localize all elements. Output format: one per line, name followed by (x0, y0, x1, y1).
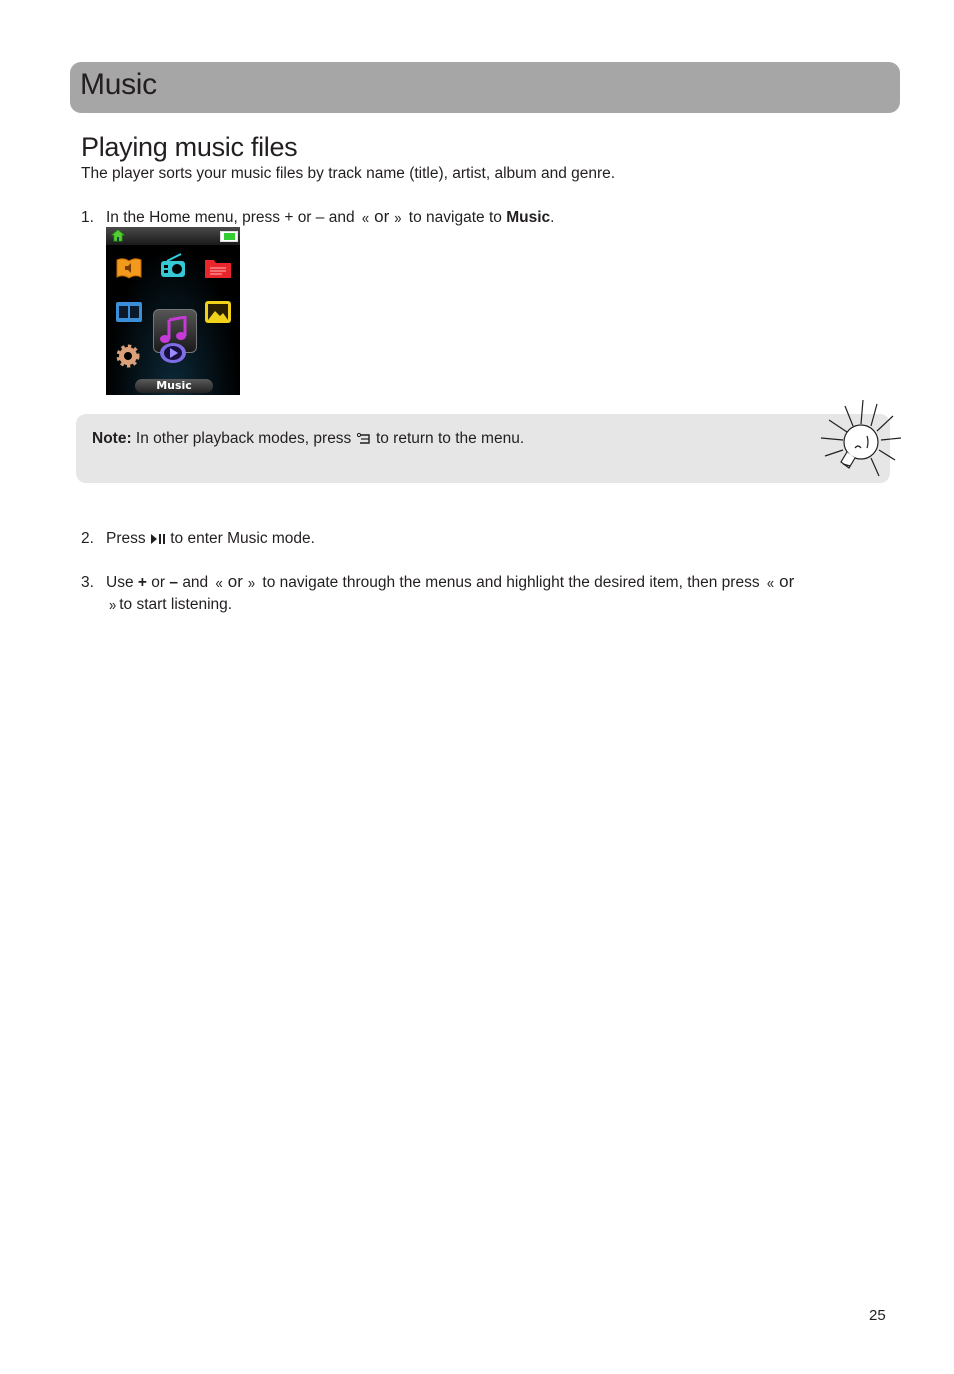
chapter-header-bar: Music (70, 62, 900, 113)
step-2: 2. Press to enter Music mode. (81, 528, 315, 550)
chevron-left-icon: « (766, 573, 775, 592)
step-3: 3. Use + or – and «or» to navigate throug… (81, 571, 901, 616)
audiobook-icon (114, 253, 144, 283)
video-icon (114, 297, 144, 327)
and-text: and (182, 574, 209, 591)
chevron-right-icon: » (109, 595, 117, 614)
battery-icon (220, 231, 238, 242)
home-icon (111, 229, 125, 242)
folder-icon (203, 253, 233, 283)
page-number: 25 (869, 1307, 886, 1324)
note-text: Note: In other playback modes, press to … (92, 430, 524, 448)
minus-key: – (169, 574, 178, 591)
step-number: 2. (81, 530, 94, 547)
play-pause-icon (150, 533, 165, 544)
step-text: Use (106, 574, 134, 591)
chevron-right-icon: » (247, 573, 256, 592)
device-home-screen: Music (106, 227, 240, 395)
or-text: or (374, 207, 390, 226)
lightbulb-tip-icon (820, 399, 902, 477)
photo-icon (203, 297, 233, 327)
chevron-right-icon: » (394, 208, 402, 227)
step-target: Music (506, 209, 551, 226)
or-text: or (227, 572, 243, 591)
section-intro: The player sorts your music files by tra… (81, 165, 616, 182)
note-box: Note: In other playback modes, press to … (76, 414, 890, 483)
plus-key: + (137, 574, 147, 591)
chevron-left-icon: « (361, 208, 370, 227)
step-text: In the Home menu, press + or – and (106, 209, 355, 226)
step-text: to enter Music mode. (170, 530, 315, 547)
step-text: Press (106, 530, 146, 547)
settings-icon (113, 341, 143, 371)
step-1: 1. In the Home menu, press + or – and «or… (81, 206, 554, 229)
step-number: 3. (81, 574, 94, 591)
step-punct: . (550, 209, 555, 226)
or-text: or (151, 574, 166, 591)
step-text: to navigate through the menus and highli… (262, 574, 760, 591)
note-text-after: to return to the menu. (375, 430, 525, 447)
note-text-before: In other playback modes, press (135, 430, 352, 447)
step-number: 1. (81, 209, 94, 226)
chapter-title: Music (80, 68, 157, 101)
return-menu-icon (356, 432, 370, 444)
step-text: to navigate to (408, 209, 502, 226)
section-title: Playing music files (81, 132, 298, 162)
icon-grid (106, 245, 240, 395)
step-text: to start listening. (119, 596, 233, 613)
step-continuation: » to start listening. (81, 594, 901, 616)
or-text: or (779, 572, 795, 591)
note-label: Note: (92, 430, 132, 447)
chevron-left-icon: « (215, 573, 223, 592)
radio-icon (158, 251, 188, 281)
selected-item-label: Music (135, 379, 213, 393)
status-bar (106, 227, 240, 245)
playback-icon (158, 339, 188, 369)
